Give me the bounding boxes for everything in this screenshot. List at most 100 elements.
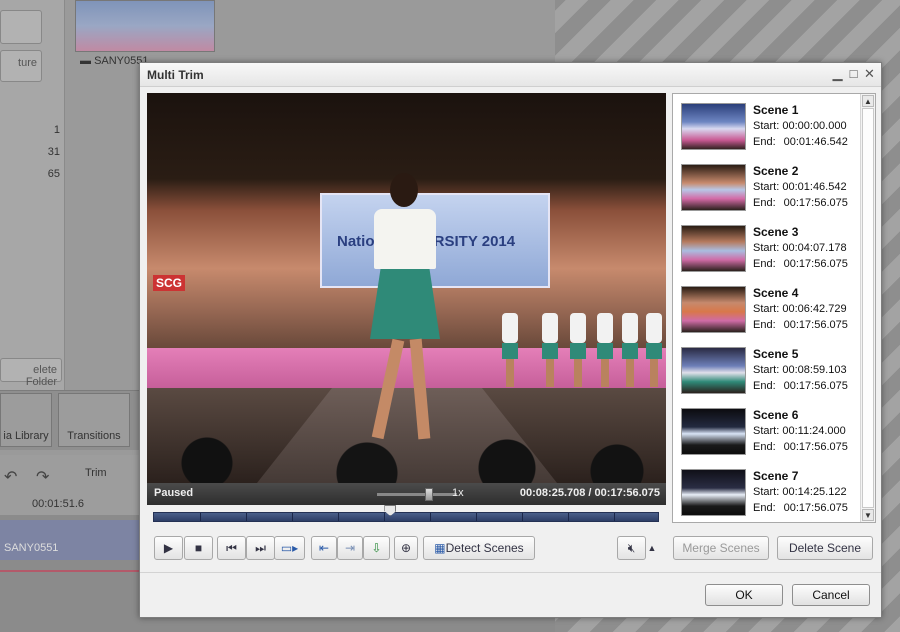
scene-item[interactable]: Scene 4 Start: 00:06:42.729 End: 00:17:56.0… (681, 280, 861, 335)
scene-start-label: Start: (753, 364, 780, 376)
redo-icon: ↷ (36, 469, 50, 486)
scene-end-label: End: (753, 380, 776, 392)
bg-count-2: 31 (47, 146, 60, 158)
scene-start-time: 00:06:42.729 (782, 303, 847, 315)
undo-icon: ↶ (4, 469, 18, 486)
scene-thumbnail (681, 286, 746, 333)
scene-start-time: 00:00:00.000 (782, 120, 847, 132)
audience (147, 423, 666, 483)
scene-end-label: End: (753, 197, 776, 209)
scene-start-label: Start: (753, 486, 780, 498)
bg-button (0, 10, 42, 44)
scene-thumbnail (681, 408, 746, 455)
stop-button[interactable]: ■ (184, 536, 213, 560)
video-preview[interactable]: Nation UNIVERSITY 2014 SCG (147, 93, 666, 483)
scene-end: End: 00:17:56.075 (753, 441, 848, 453)
scene-start-label: Start: (753, 303, 780, 315)
current-time: 00:08:25.708 (519, 487, 586, 499)
scene-list[interactable]: ▲ ▼ Scene 1 Start: 00:00:00.000 End: 00:01:… (672, 93, 876, 523)
zoom-button[interactable]: ⊕ (394, 536, 418, 560)
scene-item[interactable]: Scene 5 Start: 00:08:59.103 End: 00:17:56.0… (681, 341, 861, 396)
scene-name: Scene 3 (753, 225, 799, 239)
scroll-down-icon[interactable]: ▼ (862, 509, 874, 521)
runway-model (362, 173, 447, 453)
scene-name: Scene 2 (753, 164, 799, 178)
bg-media-thumbnail (75, 0, 215, 52)
bg-trim-label: Trim (85, 467, 107, 479)
seek-tick (200, 513, 201, 521)
detect-scenes-label: Detect Scenes (445, 541, 524, 555)
scene-end-label: End: (753, 502, 776, 514)
multi-trim-dialog: Multi Trim ▁ □ ✕ Nation UNIVERSITY 2014 … (139, 62, 882, 618)
bg-time-readout: 00:01:51.6 (32, 498, 84, 510)
seek-tick (246, 513, 247, 521)
scene-start-time: 00:14:25.122 (782, 486, 847, 498)
bg-count-3: 65 (47, 168, 60, 180)
scene-name: Scene 6 (753, 408, 799, 422)
bg-tab-label: ia Library (3, 430, 49, 442)
volume-dropdown[interactable]: ▲ (645, 536, 659, 560)
scene-end: End: 00:01:46.542 (753, 136, 848, 148)
scene-end-label: End: (753, 441, 776, 453)
bg-tab-transitions: Transitions (58, 393, 130, 447)
scene-name: Scene 7 (753, 469, 799, 483)
next-frame-button[interactable]: ⏭ (246, 536, 275, 560)
speed-slider-track[interactable] (377, 493, 457, 496)
scene-end: End: 00:17:56.075 (753, 380, 848, 392)
scene-end-label: End: (753, 136, 776, 148)
scene-item[interactable]: Scene 2 Start: 00:01:46.542 End: 00:17:56.0… (681, 158, 861, 213)
scene-item[interactable]: Scene 7 Start: 00:14:25.122 End: 00:17:56.0… (681, 463, 861, 518)
bg-capture-button: ture (0, 50, 42, 82)
scene-end: End: 00:17:56.075 (753, 258, 848, 270)
seek-tick (292, 513, 293, 521)
scene-start: Start: 00:11:24.000 (753, 425, 846, 437)
sponsor-sign: SCG (153, 275, 186, 291)
detect-scenes-button[interactable]: ▦ Detect Scenes (423, 536, 535, 560)
scene-start-label: Start: (753, 181, 780, 193)
add-scene-button[interactable]: ⇩ (363, 536, 390, 560)
skip-forward-icon: ⏭ (255, 541, 266, 555)
merge-scenes-button[interactable]: Merge Scenes (673, 536, 769, 560)
zoom-icon: ⊕ (400, 541, 412, 555)
bg-track-label: SANY0551 (4, 542, 59, 554)
play-button[interactable]: ▶ (154, 536, 183, 560)
set-start-button[interactable]: ⇤ (311, 536, 337, 560)
bg-tab-label: Transitions (67, 430, 121, 442)
scene-end-label: End: (753, 319, 776, 331)
scene-start-label: Start: (753, 242, 780, 254)
seek-bar[interactable] (153, 512, 659, 522)
mute-button[interactable]: 🔇︎ (617, 536, 646, 560)
dialog-title: Multi Trim (147, 68, 204, 82)
previous-frame-button[interactable]: ⏮ (217, 536, 246, 560)
speed-slider-thumb[interactable] (425, 488, 433, 501)
scene-start-time: 00:11:24.000 (782, 425, 846, 437)
scene-item[interactable]: Scene 1 Start: 00:00:00.000 End: 00:01:46.5… (681, 97, 861, 152)
scene-thumbnail (681, 469, 746, 516)
cancel-button[interactable]: Cancel (792, 584, 870, 606)
scene-start-label: Start: (753, 120, 780, 132)
split-scene-button[interactable]: ▭▸ (274, 536, 305, 560)
close-icon[interactable]: ✕ (862, 66, 877, 82)
maximize-icon[interactable]: □ (846, 66, 861, 82)
speaker-muted-icon: 🔇︎ (627, 541, 636, 555)
scene-end-time: 00:17:56.075 (783, 319, 848, 331)
video-camera-icon: ▬ (80, 55, 95, 67)
skip-back-icon: ⏮ (226, 541, 237, 555)
time-readout: 00:08:25.708 / 00:17:56.075 (520, 487, 660, 499)
scrollbar-thumb[interactable] (862, 108, 874, 508)
scene-item[interactable]: Scene 6 Start: 00:11:24.000 End: 00:17:56.0… (681, 402, 861, 457)
dialog-titlebar[interactable]: Multi Trim ▁ □ ✕ (140, 63, 881, 87)
scene-start: Start: 00:08:59.103 (753, 364, 847, 376)
scene-start: Start: 00:06:42.729 (753, 303, 847, 315)
seek-tick (614, 513, 615, 521)
ok-button[interactable]: OK (705, 584, 783, 606)
set-end-button[interactable]: ⇥ (337, 536, 363, 560)
background-models (502, 313, 662, 393)
delete-scene-button[interactable]: Delete Scene (777, 536, 873, 560)
scene-list-scrollbar[interactable]: ▲ ▼ (860, 94, 875, 522)
detect-scenes-icon: ▦ (434, 541, 446, 555)
minimize-icon[interactable]: ▁ (830, 66, 845, 82)
scene-item[interactable]: Scene 3 Start: 00:04:07.178 End: 00:17:56.0… (681, 219, 861, 274)
seek-tick (476, 513, 477, 521)
scroll-up-icon[interactable]: ▲ (862, 95, 874, 107)
